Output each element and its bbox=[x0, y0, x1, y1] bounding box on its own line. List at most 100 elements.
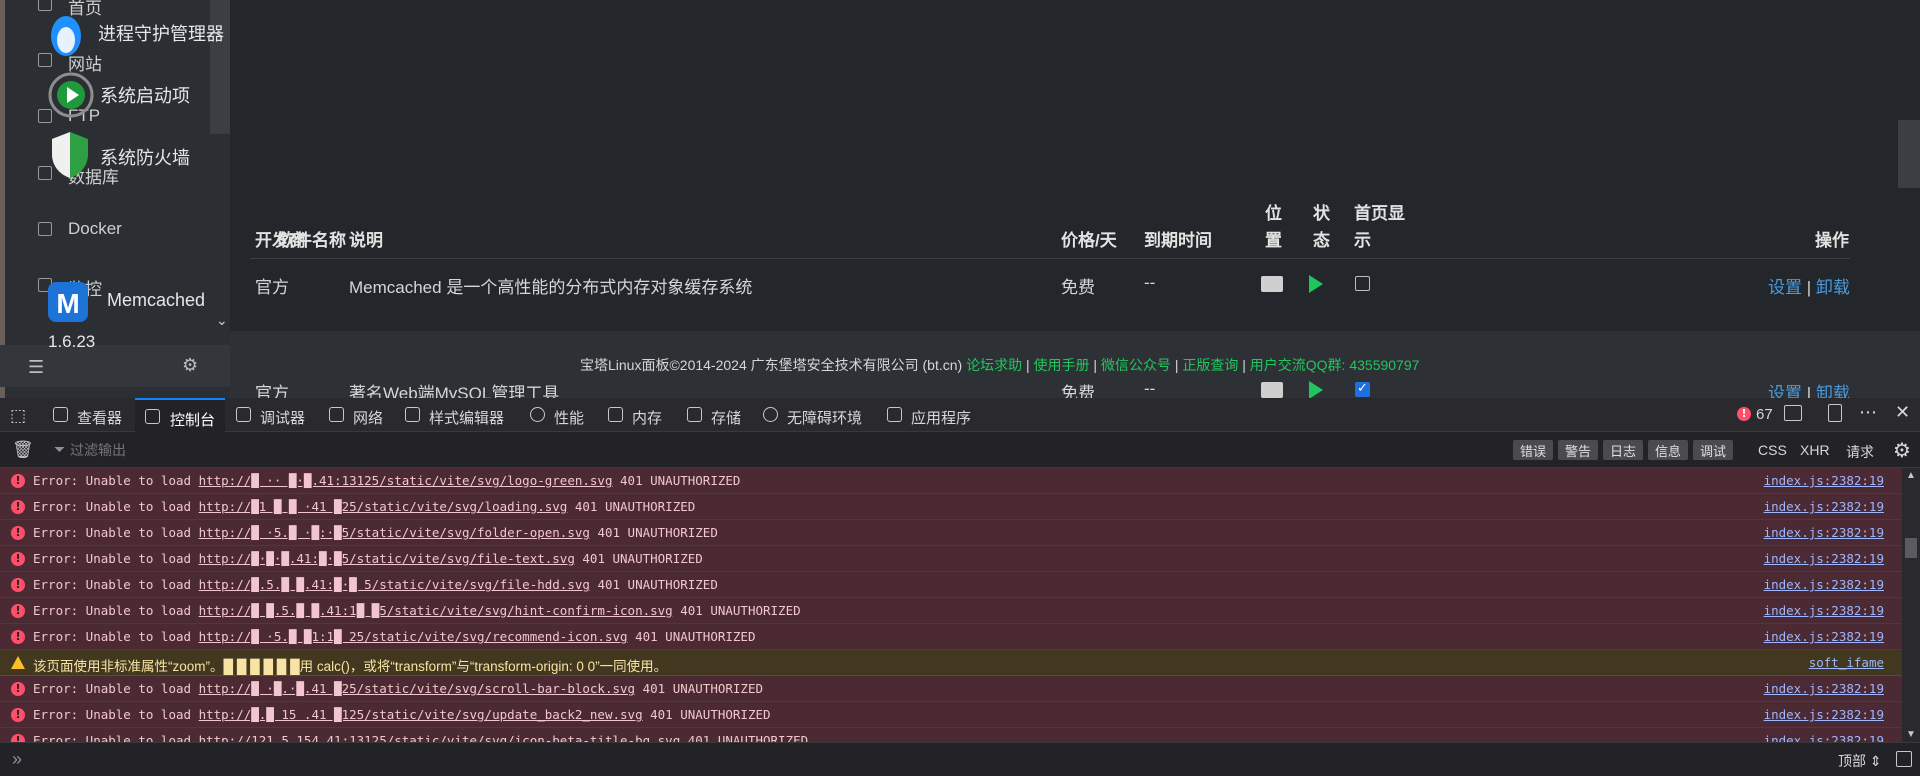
log-source-link[interactable]: index.js:2382:19 bbox=[1764, 629, 1884, 644]
error-badge-icon[interactable]: ! bbox=[1737, 407, 1751, 421]
log-source-link[interactable]: index.js:2382:19 bbox=[1764, 551, 1884, 566]
tab-debugger[interactable]: 调试器 bbox=[236, 398, 316, 432]
gear-icon[interactable]: ⚙ bbox=[182, 355, 198, 376]
footer-link-qq[interactable]: 用户交流QQ群: 435590797 bbox=[1250, 357, 1420, 373]
row-price: 免费 bbox=[1061, 278, 1095, 297]
footer-copyright: 宝塔Linux面板©2014-2024 广东堡塔安全技术有限公司 (bt.cn) bbox=[580, 357, 963, 373]
footer-link-manual[interactable]: 使用手册 bbox=[1034, 357, 1090, 373]
error-icon: ! bbox=[11, 578, 25, 592]
error-icon: ! bbox=[11, 604, 25, 618]
shield-icon bbox=[52, 132, 88, 178]
filter-input[interactable] bbox=[70, 438, 470, 462]
error-count[interactable]: 67 bbox=[1756, 406, 1773, 423]
plugin-item-startup[interactable]: 系统启动项 bbox=[38, 70, 218, 120]
log-source-link[interactable]: index.js:2382:19 bbox=[1764, 681, 1884, 696]
console-input-bar: » 顶部 ⇕ bbox=[0, 742, 1920, 776]
log-source-link[interactable]: index.js:2382:19 bbox=[1764, 733, 1884, 742]
console-message: ! Error: Unable to load http://█.█ 15 .41… bbox=[0, 702, 1902, 728]
prompt-chevron-icon: » bbox=[12, 749, 23, 769]
dock-icon[interactable] bbox=[1784, 405, 1802, 421]
footer-link-wechat[interactable]: 微信公众号 bbox=[1101, 357, 1171, 373]
log-url-link[interactable]: http://█1 █ █ ·41 █25/static/vite/svg/lo… bbox=[199, 499, 568, 514]
log-url-link[interactable]: http://█·█·█.41:█·█5/static/vite/svg/fil… bbox=[199, 551, 575, 566]
log-source-link[interactable]: soft_ifame bbox=[1809, 655, 1884, 670]
error-icon: ! bbox=[11, 734, 25, 742]
log-url-link[interactable]: http://█ ·█.·█.41 █25/static/vite/svg/sc… bbox=[199, 681, 636, 696]
tab-style-editor[interactable]: 样式编辑器 bbox=[405, 398, 515, 432]
log-source-link[interactable]: index.js:2382:19 bbox=[1764, 707, 1884, 722]
scroll-down-icon[interactable]: ▼ bbox=[1906, 729, 1916, 740]
split-console-icon[interactable] bbox=[1896, 751, 1912, 767]
error-icon: ! bbox=[11, 630, 25, 644]
tab-application[interactable]: 应用程序 bbox=[887, 398, 977, 432]
trash-icon[interactable]: 🗑 bbox=[12, 440, 34, 460]
console-message: ! Error: Unable to load http://█ ·█.·█.41… bbox=[0, 676, 1902, 702]
scrollbar-thumb[interactable] bbox=[1905, 538, 1917, 558]
log-source-link[interactable]: index.js:2382:19 bbox=[1764, 603, 1884, 618]
col-expire: 到期时间 bbox=[1144, 231, 1212, 250]
console-icon bbox=[145, 409, 160, 424]
log-url-link[interactable]: http://█.█ 15 .41 █125/static/vite/svg/u… bbox=[199, 707, 643, 722]
more-options-icon[interactable]: ⋯ bbox=[1859, 402, 1877, 423]
log-source-link[interactable]: index.js:2382:19 bbox=[1764, 499, 1884, 514]
plugin-item-supervisor[interactable]: 进程守护管理器 bbox=[38, 10, 224, 60]
gauge-icon bbox=[530, 407, 545, 422]
plugin-item-memcached[interactable]: M Memcached bbox=[38, 276, 218, 326]
filter-requests-toggle[interactable]: 请求 bbox=[1846, 442, 1874, 462]
log-source-link[interactable]: index.js:2382:19 bbox=[1764, 577, 1884, 592]
log-source-link[interactable]: index.js:2382:19 bbox=[1764, 473, 1884, 488]
col-status-1: 状 bbox=[1313, 204, 1330, 223]
log-source-link[interactable]: index.js:2382:19 bbox=[1764, 525, 1884, 540]
log-url-link[interactable]: http://121.5.154.41:13125/static/vite/sv… bbox=[199, 733, 681, 742]
scroll-up-icon[interactable]: ▲ bbox=[1906, 470, 1916, 481]
console-input[interactable] bbox=[40, 748, 1820, 772]
plugin-version: 1.6.23 bbox=[48, 332, 96, 351]
console-output: ! Error: Unable to load http://█ ·· █·█.4… bbox=[0, 468, 1902, 742]
col-status-2: 态 bbox=[1313, 231, 1330, 250]
filter-icon: ⏷ bbox=[54, 441, 66, 457]
settings-link[interactable]: 设置 bbox=[1768, 278, 1802, 297]
footer-link-license[interactable]: 正版查询 bbox=[1182, 357, 1238, 373]
log-url-link[interactable]: http://█ ·· █·█.41:13125/static/vite/svg… bbox=[199, 473, 613, 488]
filter-debug-button[interactable]: 调试 bbox=[1693, 440, 1734, 460]
footer-link-forum[interactable]: 论坛求助 bbox=[966, 357, 1022, 373]
filter-xhr-toggle[interactable]: XHR bbox=[1800, 442, 1830, 458]
plugin-item-firewall[interactable]: 系统防火墙 bbox=[38, 130, 218, 180]
error-icon: ! bbox=[11, 474, 25, 488]
console-message: ! Error: Unable to load http://█·█·█.41:█… bbox=[0, 546, 1902, 572]
network-icon bbox=[329, 407, 344, 422]
tab-console[interactable]: 控制台 bbox=[135, 398, 225, 432]
settings-gear-icon[interactable]: ⚙ bbox=[1893, 438, 1911, 463]
devtools-tabbar: ⬚ 查看器 控制台 调试器 网络 样式编辑器 性能 内存 存储 无障碍环境 应用… bbox=[0, 398, 1920, 432]
filter-errors-button[interactable]: 错误 bbox=[1513, 440, 1554, 460]
tab-memory[interactable]: 内存 bbox=[608, 398, 668, 432]
uninstall-link[interactable]: 卸载 bbox=[1816, 278, 1850, 297]
home-display-checkbox[interactable] bbox=[1355, 276, 1370, 291]
error-icon: ! bbox=[11, 708, 25, 722]
filter-info-button[interactable]: 信息 bbox=[1648, 440, 1689, 460]
page-scrollbar[interactable] bbox=[1898, 120, 1920, 188]
log-url-link[interactable]: http://█ ·5.█ ·█:·█5/static/vite/svg/fol… bbox=[199, 525, 590, 540]
log-url-link[interactable]: http://█ █.5.█ █.41:1█ █5/static/vite/sv… bbox=[199, 603, 673, 618]
responsive-mode-icon[interactable] bbox=[1828, 404, 1842, 422]
element-picker-icon[interactable]: ⬚ bbox=[10, 406, 26, 426]
folder-icon[interactable] bbox=[1261, 276, 1283, 292]
log-url-link[interactable]: http://█.5.█ █.41:█·█ 5/static/vite/svg/… bbox=[199, 577, 590, 592]
col-home-1: 首页显 bbox=[1354, 204, 1405, 223]
tab-inspector[interactable]: 查看器 bbox=[53, 398, 133, 432]
filter-warnings-button[interactable]: 警告 bbox=[1558, 440, 1599, 460]
tab-performance[interactable]: 性能 bbox=[530, 398, 590, 432]
console-scrollbar[interactable]: ▲ ▼ bbox=[1902, 468, 1920, 742]
filter-css-toggle[interactable]: CSS bbox=[1758, 442, 1787, 458]
play-icon[interactable] bbox=[1309, 275, 1323, 293]
context-selector[interactable]: 顶部 ⇕ bbox=[1838, 751, 1882, 771]
tab-storage[interactable]: 存储 bbox=[687, 398, 747, 432]
sidebar-bottom-bar: ☰ ⚙ bbox=[0, 345, 230, 387]
filter-logs-button[interactable]: 日志 bbox=[1603, 440, 1644, 460]
collapse-menu-icon[interactable]: ☰ bbox=[28, 357, 44, 378]
tab-accessibility[interactable]: 无障碍环境 bbox=[763, 398, 873, 432]
log-url-link[interactable]: http://█ ·5.█ █1:1█ 25/static/vite/svg/r… bbox=[199, 629, 628, 644]
row-expire: -- bbox=[1144, 273, 1156, 292]
close-icon[interactable]: ✕ bbox=[1895, 402, 1910, 423]
tab-network[interactable]: 网络 bbox=[329, 398, 399, 432]
